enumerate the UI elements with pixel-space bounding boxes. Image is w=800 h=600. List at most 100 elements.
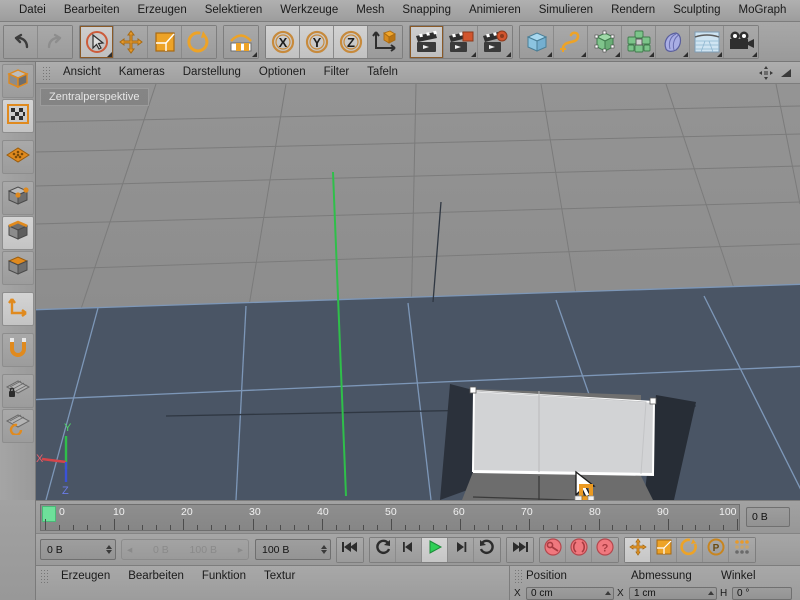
menu-item-bearbeiten[interactable]: Bearbeiten xyxy=(55,0,129,21)
point-level-animation-toggle[interactable] xyxy=(729,537,755,562)
previous-key-button[interactable] xyxy=(370,537,396,562)
coordinate-system-button[interactable] xyxy=(224,25,258,58)
menu-item-simulieren[interactable]: Simulieren xyxy=(530,0,602,21)
select-tool-button[interactable] xyxy=(80,25,114,58)
menu-item-selektieren[interactable]: Selektieren xyxy=(196,0,272,21)
position-x-field[interactable]: 0 cm xyxy=(526,586,614,600)
viewport-menu-kameras[interactable]: Kameras xyxy=(110,62,174,83)
timeline-ruler[interactable]: 0 10 20 30 40 50 60 70 80 90 100 xyxy=(40,503,740,531)
model-mode-button[interactable] xyxy=(1,140,34,174)
tool-options-corner[interactable] xyxy=(752,51,757,57)
record-key-button[interactable] xyxy=(540,537,566,562)
material-menu-bearbeiten[interactable]: Bearbeiten xyxy=(119,567,193,586)
go-to-start-button[interactable] xyxy=(337,537,363,562)
menu-item-werkzeuge[interactable]: Werkzeuge xyxy=(271,0,347,21)
edge-mode-button[interactable] xyxy=(1,216,34,250)
zoom-view-icon[interactable] xyxy=(778,65,794,86)
play-button[interactable] xyxy=(422,537,448,562)
rotation-key-toggle[interactable] xyxy=(677,537,703,562)
next-key-button[interactable] xyxy=(474,537,500,562)
tool-options-corner[interactable] xyxy=(649,51,654,57)
primitive-button[interactable] xyxy=(520,25,554,58)
redo-button[interactable] xyxy=(38,25,72,58)
viewport-3d[interactable]: Zentralperspektive Y X Z xyxy=(36,84,800,500)
spline-button[interactable] xyxy=(554,25,588,58)
viewport-menu-ansicht[interactable]: Ansicht xyxy=(54,62,110,83)
step-back-button[interactable] xyxy=(396,537,422,562)
tool-options-corner[interactable] xyxy=(717,51,722,57)
material-menu-erzeugen[interactable]: Erzeugen xyxy=(52,567,119,586)
environment-button[interactable] xyxy=(690,25,724,58)
max-frame-field[interactable]: 100 B xyxy=(255,539,331,560)
timeline-end-field[interactable]: 0 B xyxy=(746,507,790,527)
workplane-button[interactable] xyxy=(1,409,34,443)
material-menu-funktion[interactable]: Funktion xyxy=(193,567,255,586)
world-object-axis-button[interactable] xyxy=(368,25,402,58)
range-next-arrow[interactable]: ▸ xyxy=(238,544,243,556)
viewport-menu-tafeln[interactable]: Tafeln xyxy=(358,62,407,83)
keyframe-selection-button[interactable]: ? xyxy=(592,537,618,562)
tool-options-corner[interactable] xyxy=(547,51,552,57)
max-frame-spinner[interactable] xyxy=(321,545,327,554)
menu-item-charakter[interactable]: Charakter xyxy=(795,0,800,21)
viewport-menu-darstellung[interactable]: Darstellung xyxy=(174,62,250,83)
panel-grip-icon[interactable] xyxy=(40,569,50,583)
angle-h-field[interactable]: 0 ° xyxy=(732,586,792,600)
menu-item-datei[interactable]: Datei xyxy=(10,0,55,21)
lock-workplane-button[interactable] xyxy=(1,374,34,408)
point-mode-button[interactable] xyxy=(1,181,34,215)
tool-options-corner[interactable] xyxy=(471,51,476,57)
menu-item-animieren[interactable]: Animieren xyxy=(460,0,530,21)
menu-item-mograph[interactable]: MoGraph xyxy=(730,0,796,21)
dimension-x-field[interactable]: 1 cm xyxy=(629,586,717,600)
tool-options-corner[interactable] xyxy=(506,51,511,57)
preview-range-field[interactable]: ◂ 0 B 100 B ▸ xyxy=(121,539,249,560)
render-view-button[interactable] xyxy=(410,25,444,58)
menu-item-sculpting[interactable]: Sculpting xyxy=(664,0,729,21)
generator-button[interactable] xyxy=(588,25,622,58)
current-frame-spinner[interactable] xyxy=(106,545,112,554)
parameter-key-toggle[interactable]: P xyxy=(703,537,729,562)
render-settings-button[interactable] xyxy=(478,25,512,58)
camera-button[interactable] xyxy=(724,25,758,58)
go-to-end-button[interactable] xyxy=(507,537,533,562)
tool-options-corner[interactable] xyxy=(107,51,112,57)
tool-options-corner[interactable] xyxy=(683,51,688,57)
menu-item-snapping[interactable]: Snapping xyxy=(393,0,460,21)
tool-options-corner[interactable] xyxy=(581,51,586,57)
viewport-menu-optionen[interactable]: Optionen xyxy=(250,62,315,83)
make-editable-button[interactable] xyxy=(1,64,34,98)
menu-item-mesh[interactable]: Mesh xyxy=(347,0,393,21)
autokey-button[interactable] xyxy=(566,537,592,562)
current-frame-field[interactable]: 0 B xyxy=(40,539,116,560)
magnet-snap-button[interactable] xyxy=(1,333,34,367)
mograph-button[interactable] xyxy=(622,25,656,58)
move-tool-button[interactable] xyxy=(114,25,148,58)
polygon-mode-button[interactable] xyxy=(1,251,34,285)
axis-lock-x-button[interactable]: X xyxy=(266,25,300,58)
scale-key-toggle[interactable] xyxy=(651,537,677,562)
menu-item-rendern[interactable]: Rendern xyxy=(602,0,664,21)
position-x-spinner[interactable] xyxy=(605,591,611,595)
position-key-toggle[interactable] xyxy=(625,537,651,562)
undo-button[interactable] xyxy=(4,25,38,58)
timeline-bar[interactable]: 0 10 20 30 40 50 60 70 80 90 100 0 B xyxy=(36,500,800,533)
range-prev-arrow[interactable]: ◂ xyxy=(127,544,132,556)
viewport-menu-filter[interactable]: Filter xyxy=(315,62,359,83)
scale-tool-button[interactable] xyxy=(148,25,182,58)
selected-polygon[interactable] xyxy=(471,389,656,476)
deformer-button[interactable] xyxy=(656,25,690,58)
axis-lock-z-button[interactable]: Z xyxy=(334,25,368,58)
render-region-button[interactable] xyxy=(444,25,478,58)
tool-options-corner[interactable] xyxy=(252,51,257,57)
rotate-tool-button[interactable] xyxy=(182,25,216,58)
texture-axis-button[interactable] xyxy=(1,99,34,133)
panel-grip-icon[interactable] xyxy=(514,569,524,583)
material-menu-textur[interactable]: Textur xyxy=(255,567,304,586)
panel-grip-icon[interactable] xyxy=(42,65,52,80)
tool-options-corner[interactable] xyxy=(615,51,620,57)
pan-view-icon[interactable] xyxy=(758,65,774,86)
object-axis-button[interactable] xyxy=(1,292,34,326)
dimension-x-spinner[interactable] xyxy=(708,591,714,595)
axis-lock-y-button[interactable]: Y xyxy=(300,25,334,58)
